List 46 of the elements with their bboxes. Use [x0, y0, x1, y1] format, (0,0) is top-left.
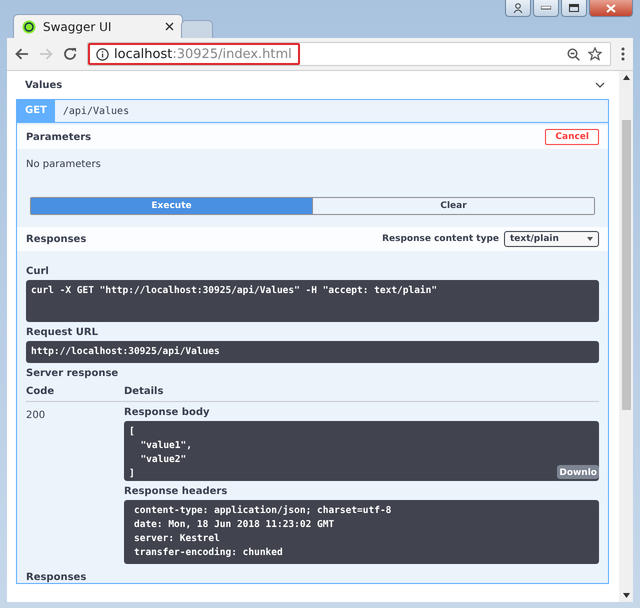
response-headers: content-type: application/json; charset=utf-8 date: Mon, 18 Jun 2018 11:23:02 GMT server: Kestrel transfer-encoding: chunked: [124, 500, 599, 564]
close-icon: [606, 4, 616, 12]
cancel-button[interactable]: Cancel: [545, 129, 599, 145]
close-icon[interactable]: [165, 22, 174, 31]
back-arrow-icon[interactable]: [15, 48, 29, 60]
scroll-down-icon[interactable]: [622, 593, 630, 598]
content-type-select[interactable]: text/plain: [504, 231, 599, 247]
request-url-label: Request URL: [26, 327, 98, 338]
minimize-icon: [541, 6, 551, 10]
parameters-title: Parameters: [26, 132, 92, 142]
person-icon: [513, 3, 523, 13]
response-headers-label: Response headers: [124, 486, 228, 497]
reload-icon[interactable]: [63, 47, 77, 61]
browser-tab[interactable]: Swagger UI: [13, 14, 183, 38]
server-response-title: Server response: [26, 368, 118, 379]
responses-title: Responses: [26, 234, 86, 244]
curl-label: Curl: [26, 266, 49, 277]
menu-icon[interactable]: [621, 47, 625, 61]
maximize-icon: [569, 4, 579, 12]
address-bar[interactable]: localhost:30925/index.html: [87, 42, 611, 66]
info-icon[interactable]: [96, 48, 109, 60]
zoom-out-icon[interactable]: [567, 48, 580, 60]
section-title[interactable]: Values: [25, 80, 62, 90]
user-button[interactable]: [505, 0, 531, 17]
response-body-label: Response body: [124, 407, 210, 418]
close-window-button[interactable]: [589, 0, 633, 17]
scrollbar-thumb[interactable]: [622, 120, 630, 410]
column-header: Code: [26, 386, 54, 397]
download-button[interactable]: Downlo: [557, 465, 599, 479]
minimize-button[interactable]: [533, 0, 559, 17]
status-code: 200: [26, 410, 46, 421]
scroll-up-icon[interactable]: [622, 75, 630, 80]
url-text[interactable]: localhost:30925/index.html: [88, 43, 300, 65]
responses-title: Responses: [26, 572, 86, 583]
action-button[interactable]: Clear: [312, 198, 594, 214]
endpoint-path[interactable]: /api/Values: [62, 106, 130, 116]
chevron-icon[interactable]: [595, 82, 605, 88]
column-header: Details: [124, 386, 164, 397]
empty-message: No parameters: [26, 159, 101, 170]
request-url: http://localhost:30925/api/Values: [26, 341, 599, 363]
star-icon[interactable]: [588, 47, 602, 61]
content-type-label: Response content type: [382, 234, 499, 244]
caret-icon: [587, 237, 593, 241]
curl-command: curl -X GET "http://localhost:30925/api/Values" -H "accept: text/plain": [26, 280, 599, 322]
method-badge: GET: [17, 100, 55, 122]
maximize-button[interactable]: [561, 0, 587, 17]
